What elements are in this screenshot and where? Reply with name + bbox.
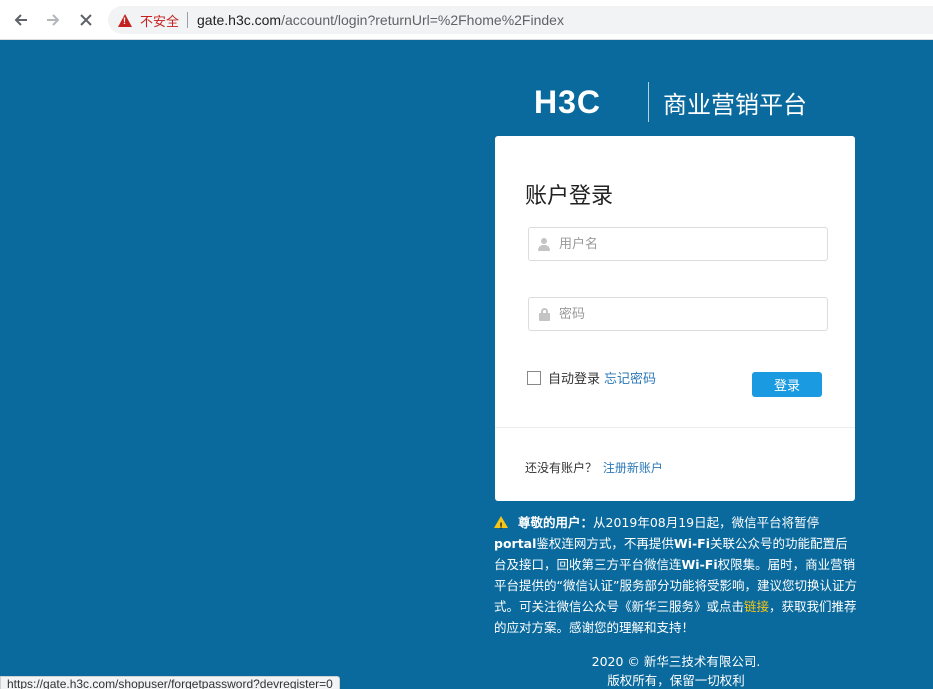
brand-header: H3C 商业营销平台	[534, 82, 807, 122]
h3c-logo: H3C	[534, 83, 602, 120]
username-field[interactable]	[528, 227, 828, 261]
warning-icon: !	[494, 516, 508, 532]
notice-portal: portal	[494, 536, 537, 551]
notice-part2: 鉴权连网方式，不再提供	[536, 536, 674, 551]
login-heading: 账户登录	[525, 184, 614, 209]
notice-greeting: 尊敬的用户：	[518, 515, 594, 530]
url-host: gate.h3c.com	[197, 12, 282, 28]
signup-row: 还没有账户？ 注册新账户	[525, 459, 663, 476]
password-input[interactable]	[559, 306, 809, 322]
notice-wifi-1: Wi-Fi	[673, 536, 711, 551]
remember-row: 自动登录 忘记密码	[527, 368, 656, 387]
forgot-password-link[interactable]: 忘记密码	[604, 368, 656, 387]
username-input[interactable]	[559, 236, 809, 252]
login-button[interactable]: 登录	[752, 372, 822, 397]
status-bar-url: https://gate.h3c.com/shopuser/forgetpass…	[0, 676, 340, 689]
address-bar[interactable]: ! 不安全 gate.h3c.com/account/login?returnU…	[108, 6, 933, 34]
back-arrow-icon[interactable]	[10, 9, 32, 31]
signup-prompt: 还没有账户？	[525, 461, 598, 475]
notice-part1: 从2019年08月19日起，微信平台将暂停	[593, 515, 820, 530]
rights-line: 版权所有，保留一切权利	[607, 673, 745, 688]
platform-title: 商业营销平台	[663, 90, 807, 119]
notice-link[interactable]: 链接	[744, 599, 769, 614]
insecure-label[interactable]: 不安全	[140, 11, 179, 30]
lock-icon	[529, 307, 559, 321]
signup-link[interactable]: 注册新账户	[603, 461, 663, 475]
address-divider	[187, 12, 189, 28]
warning-icon: !	[118, 13, 132, 27]
page-footer: 2020 © 新华三技术有限公司. 版权所有，保留一切权利	[494, 652, 858, 689]
forward-arrow-icon[interactable]	[42, 9, 64, 31]
notice-wifi-2: Wi-Fi	[681, 557, 718, 572]
card-divider	[495, 427, 855, 428]
notice-text: ! 尊敬的用户：从2019年08月19日起，微信平台将暂停 portal鉴权连网方式…	[494, 512, 858, 638]
stop-loading-icon[interactable]	[75, 9, 97, 31]
copyright-line: 2020 © 新华三技术有限公司.	[591, 654, 761, 669]
auto-login-label[interactable]: 自动登录	[548, 368, 600, 387]
browser-toolbar: ! 不安全 gate.h3c.com/account/login?returnU…	[0, 0, 933, 40]
url-path: /account/login?returnUrl=%2Fhome%2Findex	[281, 12, 564, 28]
auto-login-checkbox[interactable]	[527, 370, 541, 385]
password-field[interactable]	[528, 297, 828, 331]
login-card: 账户登录 自动登录 忘记密码 登录 还没有账户？ 注册新账户	[495, 136, 855, 501]
logo-divider	[648, 82, 649, 122]
url-text[interactable]: gate.h3c.com/account/login?returnUrl=%2F…	[197, 12, 564, 28]
user-icon	[529, 237, 559, 251]
